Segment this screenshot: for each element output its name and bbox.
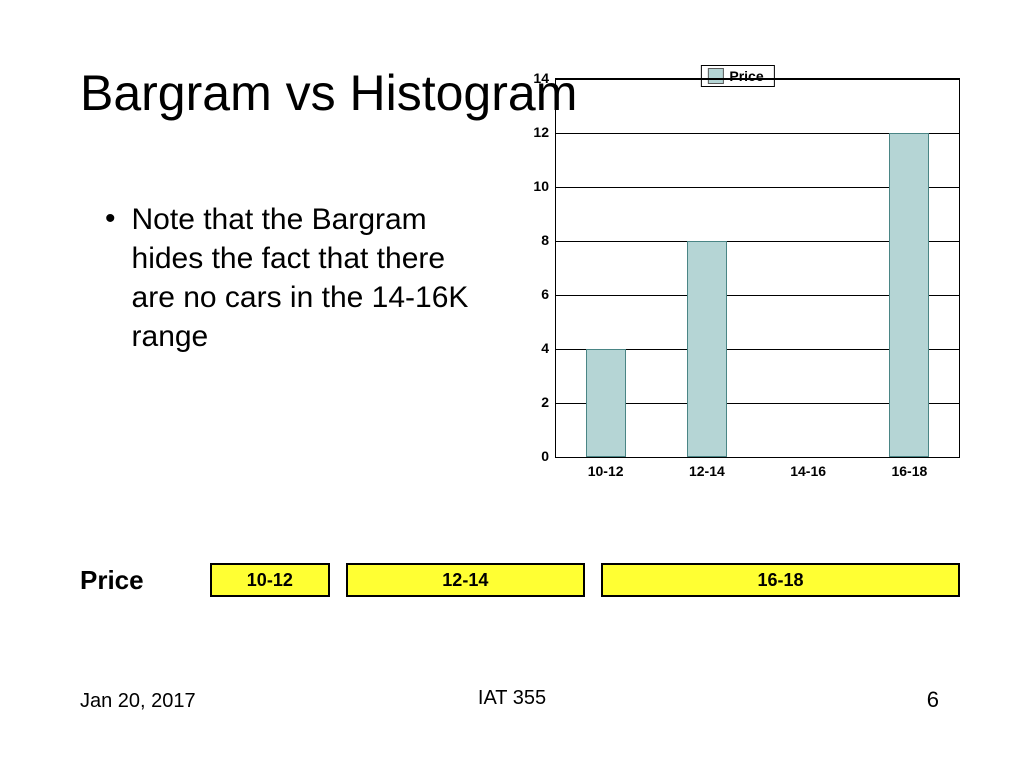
y-tick-label: 8 bbox=[519, 232, 549, 248]
bar bbox=[586, 349, 626, 457]
x-tick-label: 12-14 bbox=[656, 463, 757, 488]
bullet-text: Note that the Bargram hides the fact tha… bbox=[132, 200, 485, 356]
bargram-segment: 16-18 bbox=[601, 563, 960, 597]
bullet-marker: • bbox=[105, 200, 116, 356]
bargram-segment: 10-12 bbox=[210, 563, 330, 597]
slide-title: Bargram vs Histogram bbox=[80, 65, 577, 123]
footer-date: Jan 20, 2017 bbox=[80, 690, 196, 713]
bargram-row: Price 10-12 12-14 16-18 bbox=[80, 560, 960, 600]
y-tick-label: 12 bbox=[519, 124, 549, 140]
bargram-cells: 10-12 12-14 16-18 bbox=[210, 563, 960, 597]
plot-area bbox=[555, 78, 960, 458]
y-tick-label: 4 bbox=[519, 340, 549, 356]
histogram-chart: Price 10-1212-1414-1616-18 02468101214 bbox=[510, 65, 965, 495]
y-tick-label: 6 bbox=[519, 286, 549, 302]
bar bbox=[687, 241, 727, 457]
y-tick-label: 2 bbox=[519, 394, 549, 410]
footer-page-number: 6 bbox=[927, 687, 939, 713]
gridline bbox=[556, 79, 959, 80]
x-axis-labels: 10-1212-1414-1616-18 bbox=[555, 463, 960, 488]
bargram-axis-label: Price bbox=[80, 565, 210, 596]
bar bbox=[889, 133, 929, 457]
x-tick-label: 14-16 bbox=[758, 463, 859, 488]
bullet-item: • Note that the Bargram hides the fact t… bbox=[105, 200, 485, 356]
y-tick-label: 14 bbox=[519, 70, 549, 86]
x-tick-label: 10-12 bbox=[555, 463, 656, 488]
slide: Bargram vs Histogram • Note that the Bar… bbox=[0, 0, 1024, 768]
footer-course: IAT 355 bbox=[478, 687, 546, 710]
y-tick-label: 0 bbox=[519, 448, 549, 464]
x-tick-label: 16-18 bbox=[859, 463, 960, 488]
y-tick-label: 10 bbox=[519, 178, 549, 194]
bargram-segment: 12-14 bbox=[346, 563, 585, 597]
